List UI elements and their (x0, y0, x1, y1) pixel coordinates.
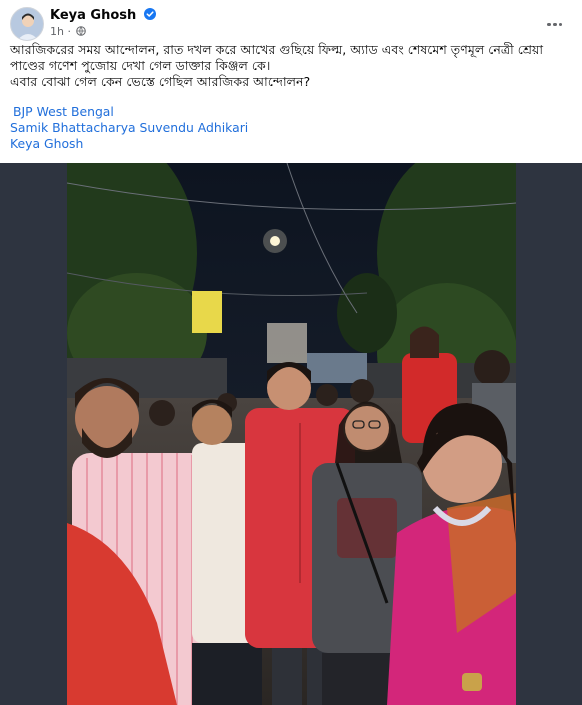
verified-badge-icon (143, 8, 156, 20)
post-text: আরজিকরের সময় আন্দোলন, রাত দখল করে আখের … (10, 42, 574, 90)
tag-link-keya-ghosh[interactable]: Keya Ghosh (10, 136, 248, 152)
tag-link-bjp-west-bengal[interactable]: BJP West Bengal (10, 104, 248, 120)
more-options-icon[interactable] (546, 14, 566, 28)
author-name-text[interactable]: Keya Ghosh (50, 8, 136, 23)
author-avatar[interactable] (10, 7, 44, 41)
post-text-line: এবার বোঝা গেল কেন ভেস্তে গেছিল আরজিকর আন… (10, 74, 311, 89)
globe-icon (76, 26, 87, 36)
post-header: Keya Ghosh 1h · (0, 0, 582, 41)
post-text-line: আরজিকরের সময় আন্দোলন, রাত দখল করে আখের … (10, 42, 544, 57)
post-timestamp[interactable]: 1h (50, 25, 64, 38)
street-crowd-photo (67, 163, 516, 705)
tag-link-samik-suvendu[interactable]: Samik Bhattacharya Suvendu Adhikari (10, 120, 248, 136)
post-media[interactable] (0, 163, 582, 705)
post-text-line: পাণ্ডের গণেশ পুজোয় দেখা গেল ডাক্তার কিঞ… (10, 58, 271, 73)
meta-separator: · (67, 25, 71, 38)
video-frame[interactable] (67, 163, 516, 705)
tagged-profiles: BJP West Bengal Samik Bhattacharya Suven… (10, 104, 248, 152)
author-name[interactable]: Keya Ghosh (50, 8, 156, 23)
post-meta: 1h · (50, 25, 87, 38)
